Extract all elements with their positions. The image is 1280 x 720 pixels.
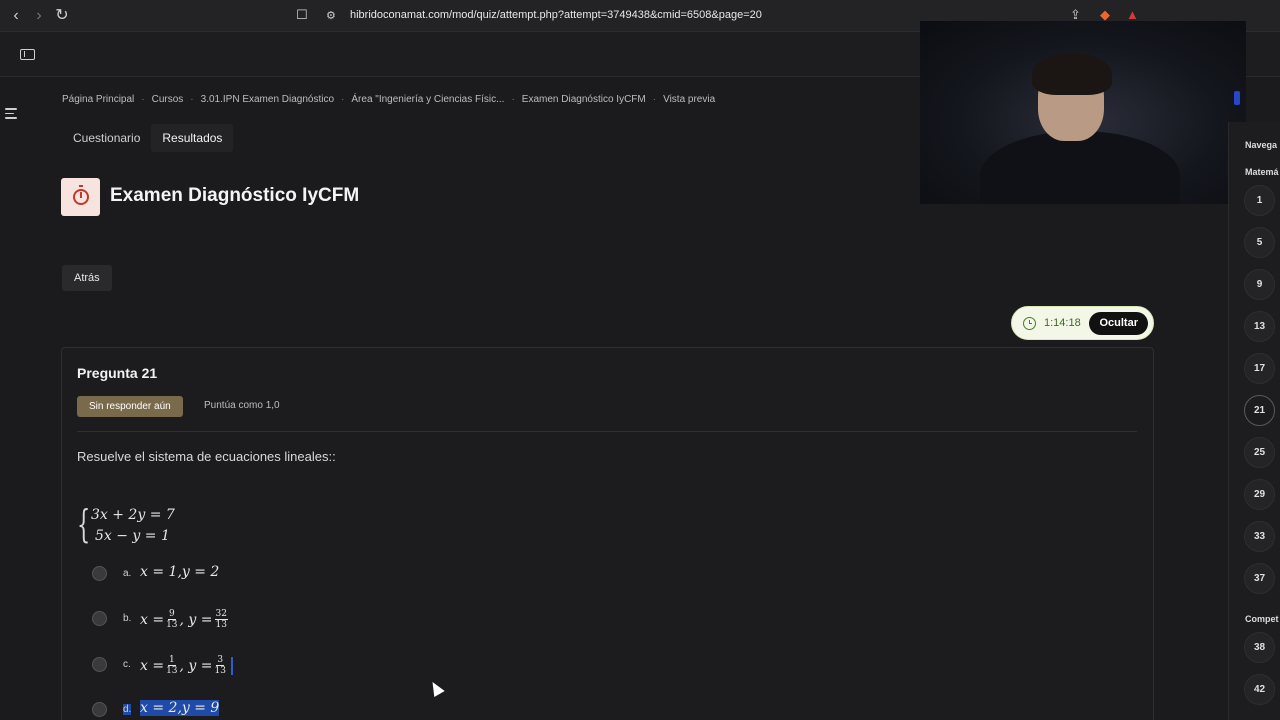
bookmark-icon[interactable]: ☐ bbox=[296, 7, 308, 23]
breadcrumb-item[interactable]: Examen Diagnóstico IyCFM bbox=[522, 94, 646, 105]
person-hair bbox=[1032, 53, 1112, 95]
breadcrumb-item[interactable]: Cursos bbox=[152, 94, 184, 105]
course-index-button[interactable] bbox=[5, 105, 25, 125]
question-nav-button[interactable]: 29 bbox=[1244, 479, 1275, 510]
breadcrumb-item[interactable]: 3.01.IPN Examen Diagnóstico bbox=[201, 94, 334, 105]
option-math: x = 2,y = 9 bbox=[140, 700, 220, 716]
option-math: x = 1 13 , y = 3 13 bbox=[140, 655, 233, 676]
question-nav-button[interactable]: 13 bbox=[1244, 311, 1275, 342]
option-math: x = 1,y = 2 bbox=[140, 564, 220, 580]
radio-button[interactable] bbox=[92, 566, 107, 581]
question-nav-button[interactable]: 25 bbox=[1244, 437, 1275, 468]
question-nav-button[interactable]: 1 bbox=[1244, 185, 1275, 216]
breadcrumb-item[interactable]: Área "Ingeniería y Ciencias Físic... bbox=[351, 94, 504, 105]
question-nav-button[interactable]: 38 bbox=[1244, 632, 1275, 663]
secondary-nav: Cuestionario Resultados bbox=[62, 124, 234, 152]
quiz-activity-icon bbox=[61, 178, 100, 216]
question-state-badge: Sin responder aún bbox=[77, 396, 183, 417]
breadcrumb-item[interactable]: Página Principal bbox=[62, 94, 134, 105]
question-nav-button[interactable]: 5 bbox=[1244, 227, 1275, 258]
question-grade: Puntúa como 1,0 bbox=[204, 400, 280, 411]
page-title: Examen Diagnóstico IyCFM bbox=[110, 185, 360, 206]
equation-2: 5x − y = 1 bbox=[95, 528, 170, 544]
quiz-navigation-heading: Navega bbox=[1245, 140, 1278, 150]
quiz-timer: 1:14:18 Ocultar bbox=[1011, 306, 1154, 340]
chevron-right-icon[interactable]: › bbox=[29, 6, 49, 26]
site-settings-icon[interactable]: ⚙ bbox=[326, 9, 336, 22]
brace: { bbox=[77, 502, 91, 546]
breadcrumb-item[interactable]: Vista previa bbox=[663, 94, 715, 105]
tab-cuestionario[interactable]: Cuestionario bbox=[62, 124, 151, 152]
back-button[interactable]: Atrás bbox=[62, 265, 112, 291]
radio-button[interactable] bbox=[92, 657, 107, 672]
person-body bbox=[980, 131, 1180, 204]
question-nav-button-current[interactable]: 21 bbox=[1244, 395, 1275, 426]
question-text: Resuelve el sistema de ecuaciones lineal… bbox=[77, 449, 336, 464]
option-letter: c. bbox=[123, 659, 131, 670]
hide-timer-button[interactable]: Ocultar bbox=[1089, 312, 1148, 335]
stopwatch-icon bbox=[72, 185, 89, 205]
reload-icon[interactable]: ↻ bbox=[52, 6, 72, 26]
webcam-overlay bbox=[920, 21, 1246, 204]
section-label: Matemá bbox=[1245, 167, 1279, 177]
option-letter: a. bbox=[123, 568, 132, 579]
rewards-icon[interactable]: ▲ bbox=[1126, 7, 1139, 22]
chevron-left-icon[interactable]: ‹ bbox=[6, 6, 26, 26]
question-nav-button[interactable]: 9 bbox=[1244, 269, 1275, 300]
drawer-toggle-button[interactable] bbox=[12, 41, 42, 67]
sidebar-icon bbox=[19, 48, 35, 60]
question-nav-button[interactable]: 33 bbox=[1244, 521, 1275, 552]
equation-1: 3x + 2y = 7 bbox=[91, 507, 175, 523]
option-letter: d. bbox=[123, 704, 132, 715]
section-label: Compet bbox=[1245, 614, 1279, 624]
clock-icon bbox=[1023, 317, 1036, 330]
divider bbox=[77, 431, 1137, 432]
question-number: Pregunta 21 bbox=[77, 365, 158, 381]
radio-button[interactable] bbox=[92, 611, 107, 626]
question-nav-button[interactable]: 42 bbox=[1244, 674, 1275, 705]
breadcrumb: Página Principal · Cursos · 3.01.IPN Exame… bbox=[62, 94, 716, 105]
option-math: x = 9 13 , y = 32 13 bbox=[140, 609, 228, 630]
tab-resultados[interactable]: Resultados bbox=[151, 124, 234, 152]
url-text: hibridoconamat.com/mod/quiz/attempt.php?… bbox=[350, 9, 762, 21]
radio-button[interactable] bbox=[92, 702, 107, 717]
question-nav-button[interactable]: 37 bbox=[1244, 563, 1275, 594]
question-nav-button[interactable]: 17 bbox=[1244, 353, 1275, 384]
timer-value: 1:14:18 bbox=[1044, 317, 1081, 329]
background-light bbox=[1234, 91, 1240, 105]
option-letter: b. bbox=[123, 613, 132, 624]
